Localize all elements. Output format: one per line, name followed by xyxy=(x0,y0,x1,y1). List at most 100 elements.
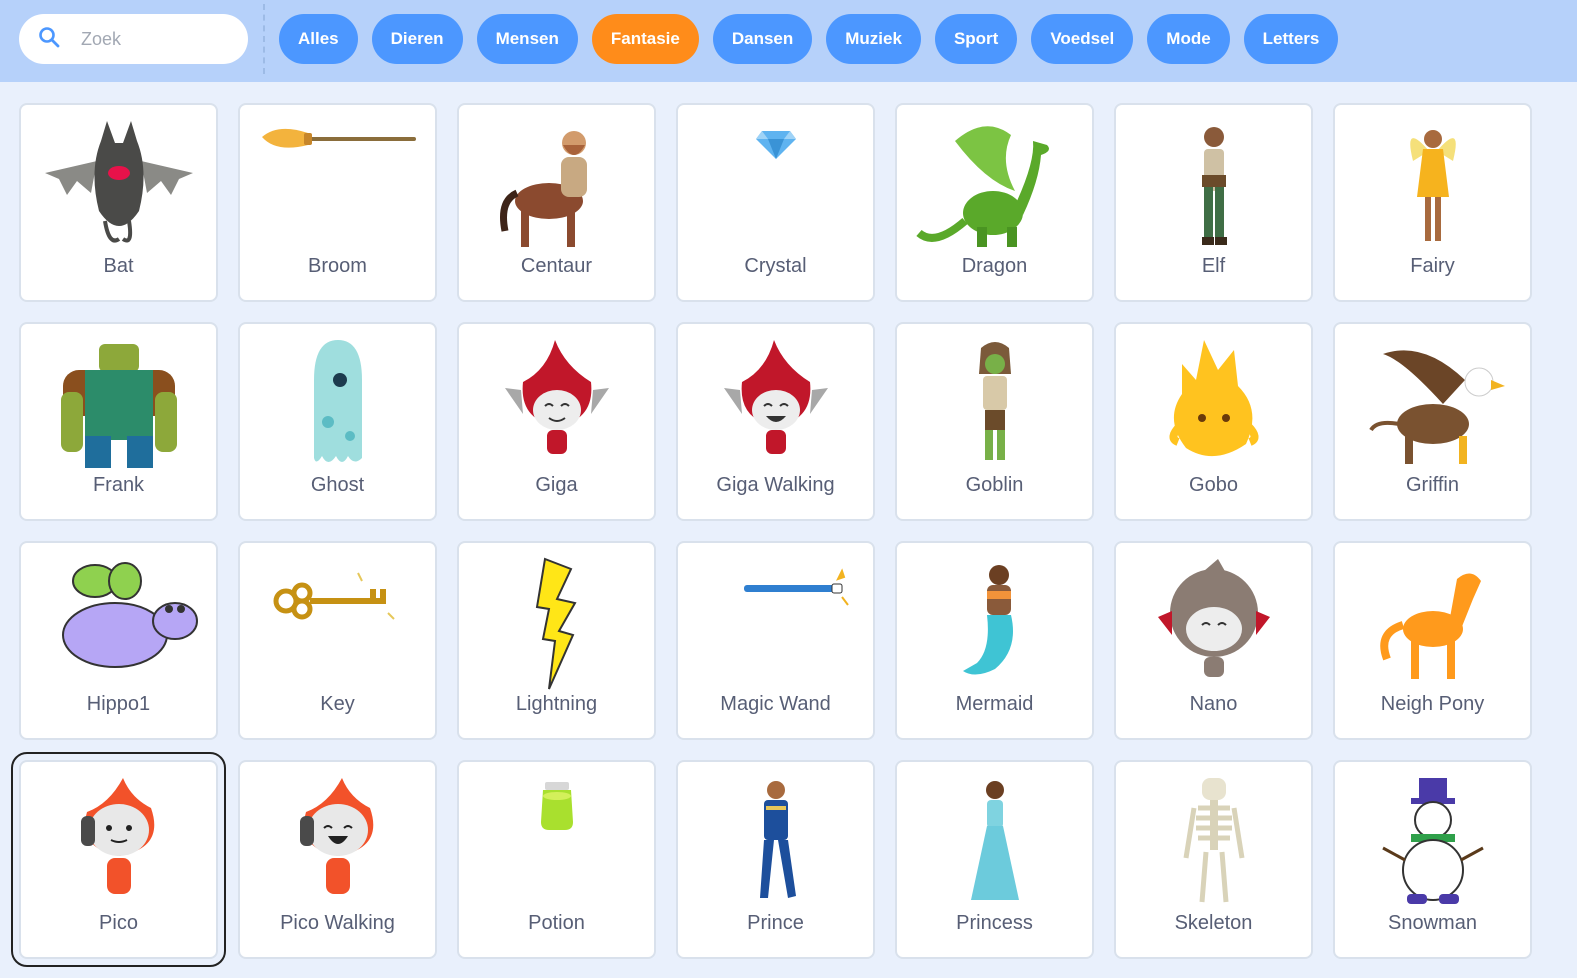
tag-sport[interactable]: Sport xyxy=(934,14,1018,64)
category-tags: Alles Dieren Mensen Fantasie Dansen Muzi… xyxy=(279,14,1339,64)
sprite-name: Crystal xyxy=(744,255,807,277)
sprite-name: Lightning xyxy=(515,693,598,715)
centaur-icon xyxy=(499,131,587,247)
sprite-card-nano[interactable]: Nano xyxy=(1114,541,1313,740)
sprite-card-prince[interactable]: Prince xyxy=(676,760,875,959)
toolbar-divider xyxy=(263,4,265,74)
sprite-name: Fairy xyxy=(1410,255,1455,277)
pony-icon xyxy=(1379,573,1481,679)
sprite-card-griffin[interactable]: Griffin xyxy=(1333,322,1532,521)
tag-fantasie[interactable]: Fantasie xyxy=(591,14,699,64)
sprite-card-neigh-pony[interactable]: Neigh Pony xyxy=(1333,541,1532,740)
sprite-name: Bat xyxy=(103,255,134,277)
sprite-name: Neigh Pony xyxy=(1380,693,1485,715)
sprite-card-crystal[interactable]: Crystal xyxy=(676,103,875,302)
sprite-name: Magic Wand xyxy=(720,693,831,715)
prince-icon xyxy=(759,781,796,898)
mermaid-icon xyxy=(962,565,1013,675)
sprite-name: Goblin xyxy=(965,474,1024,496)
tag-voedsel[interactable]: Voedsel xyxy=(1031,14,1134,64)
sprite-name: Ghost xyxy=(310,474,365,496)
nano-icon xyxy=(1157,559,1270,677)
sprite-name: Griffin xyxy=(1406,474,1459,496)
skeleton-icon xyxy=(1183,778,1244,903)
sprite-card-lightning[interactable]: Lightning xyxy=(457,541,656,740)
sprite-name: Elf xyxy=(1201,255,1226,277)
sprite-name: Mermaid xyxy=(955,693,1034,715)
sprite-card-frank[interactable]: Frank xyxy=(19,322,218,521)
sprite-name: Key xyxy=(320,693,355,715)
sprite-card-potion[interactable]: Potion xyxy=(457,760,656,959)
elf-icon xyxy=(1201,127,1227,245)
goblin-icon xyxy=(978,342,1011,460)
search-box[interactable] xyxy=(19,14,248,64)
sprite-name: Dragon xyxy=(961,255,1028,277)
tag-letters[interactable]: Letters xyxy=(1243,14,1339,64)
sprite-name: Hippo1 xyxy=(86,693,151,715)
sprite-card-broom[interactable]: Broom xyxy=(238,103,437,302)
sprite-name: Pico xyxy=(99,912,138,934)
giga-walking-icon xyxy=(723,340,828,454)
search-input[interactable] xyxy=(81,28,241,50)
sprite-name: Snowman xyxy=(1388,912,1477,934)
category-toolbar: Alles Dieren Mensen Fantasie Dansen Muzi… xyxy=(0,0,1577,82)
key-icon xyxy=(273,572,395,620)
sprite-card-giga-walking[interactable]: Giga Walking xyxy=(676,322,875,521)
sprite-card-fairy[interactable]: Fairy xyxy=(1333,103,1532,302)
tag-alles[interactable]: Alles xyxy=(279,14,358,64)
bat-icon xyxy=(44,121,193,243)
tag-dansen[interactable]: Dansen xyxy=(712,14,813,64)
sprite-name: Centaur xyxy=(520,255,593,277)
sprite-name: Nano xyxy=(1189,693,1238,715)
sprite-name: Broom xyxy=(308,255,367,277)
search-icon xyxy=(37,25,61,54)
princess-icon xyxy=(970,781,1019,900)
fairy-icon xyxy=(1409,130,1456,241)
sprite-name: Frank xyxy=(92,474,145,496)
sprite-card-elf[interactable]: Elf xyxy=(1114,103,1313,302)
hippo-icon xyxy=(61,562,198,668)
sprite-card-goblin[interactable]: Goblin xyxy=(895,322,1094,521)
tag-mensen[interactable]: Mensen xyxy=(476,14,578,64)
sprite-name: Potion xyxy=(528,912,585,934)
sprite-card-giga[interactable]: Giga xyxy=(457,322,656,521)
sprite-card-princess[interactable]: Princess xyxy=(895,760,1094,959)
pico-walking-icon xyxy=(299,778,373,894)
sprite-name: Skeleton xyxy=(1174,912,1253,934)
crystal-icon xyxy=(755,131,796,159)
tag-dieren[interactable]: Dieren xyxy=(371,14,463,64)
frank-icon xyxy=(60,344,177,468)
gobo-icon xyxy=(1169,340,1258,457)
sprite-card-centaur[interactable]: Centaur xyxy=(457,103,656,302)
potion-icon xyxy=(540,782,573,830)
sprite-card-skeleton[interactable]: Skeleton xyxy=(1114,760,1313,959)
griffin-icon xyxy=(1368,350,1505,464)
sprite-name: Gobo xyxy=(1189,474,1238,496)
lightning-icon xyxy=(535,557,577,690)
snowman-icon xyxy=(1381,778,1484,904)
sprite-card-bat[interactable]: Bat xyxy=(19,103,218,302)
sprite-name: Princess xyxy=(956,912,1033,934)
sprite-card-pico[interactable]: Pico xyxy=(11,752,226,967)
sprite-card-hippo1[interactable]: Hippo1 xyxy=(19,541,218,740)
sprite-name: Giga Walking xyxy=(716,474,835,496)
sprite-card-magic-wand[interactable]: Magic Wand xyxy=(676,541,875,740)
sprite-card-key[interactable]: Key xyxy=(238,541,437,740)
pico-icon xyxy=(80,778,154,894)
sprite-name: Prince xyxy=(747,912,804,934)
sprite-card-ghost[interactable]: Ghost xyxy=(238,322,437,521)
tag-mode[interactable]: Mode xyxy=(1147,14,1230,64)
sprite-card-dragon[interactable]: Dragon xyxy=(895,103,1094,302)
sprite-card-snowman[interactable]: Snowman xyxy=(1333,760,1532,959)
ghost-icon xyxy=(313,340,362,462)
broom-icon xyxy=(261,128,416,148)
sprite-card-pico-walking[interactable]: Pico Walking xyxy=(238,760,437,959)
sprite-card-mermaid[interactable]: Mermaid xyxy=(895,541,1094,740)
magic-wand-icon xyxy=(743,568,849,606)
sprite-name: Pico Walking xyxy=(280,912,395,934)
sprite-name: Giga xyxy=(535,474,578,496)
sprite-card-gobo[interactable]: Gobo xyxy=(1114,322,1313,521)
tag-muziek[interactable]: Muziek xyxy=(826,14,921,64)
sprite-library-grid: Bat Broom Centaur Crystal Dragon Elf Fai… xyxy=(11,103,1532,967)
dragon-icon xyxy=(915,126,1049,247)
